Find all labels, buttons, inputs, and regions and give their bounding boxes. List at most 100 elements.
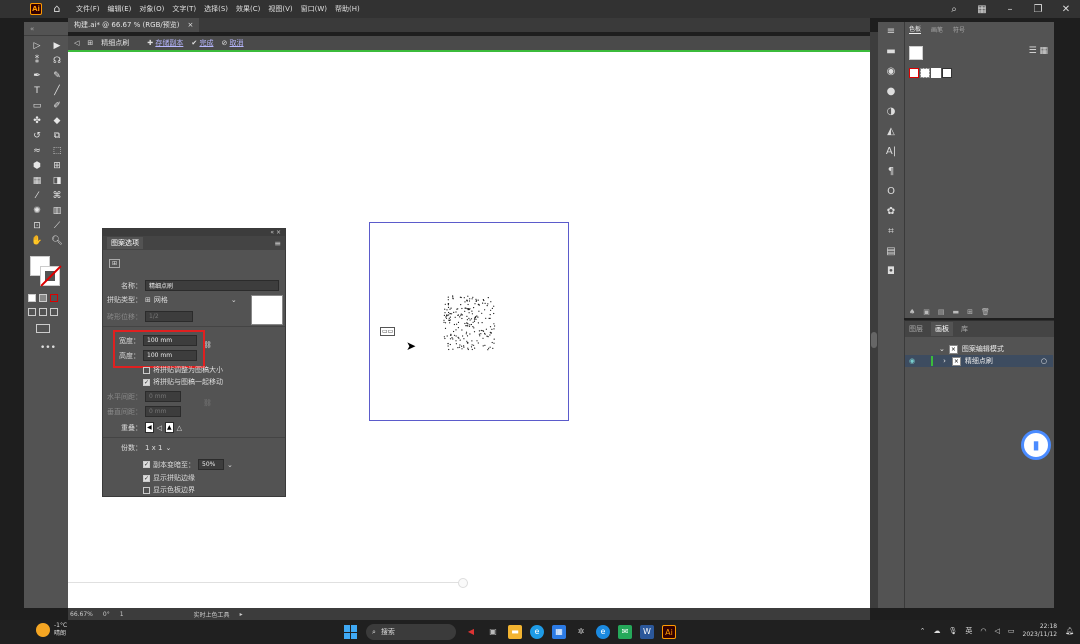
blend-tool-icon[interactable]: ⌘ xyxy=(48,190,66,203)
chevron-down-icon[interactable]: ⌄ xyxy=(227,461,233,469)
tab-artboards[interactable]: 画板 xyxy=(931,322,953,336)
close-button[interactable]: ✕ xyxy=(1052,0,1080,18)
rotation-field[interactable]: 0° xyxy=(103,611,110,618)
home-icon[interactable]: ⌂ xyxy=(50,2,64,16)
hand-tool-icon[interactable]: ✋ xyxy=(28,235,46,248)
lasso-tool-icon[interactable]: ☊ xyxy=(48,55,66,68)
pathfinder-icon[interactable]: ◘ xyxy=(878,262,904,282)
line-tool-icon[interactable]: ╱ xyxy=(48,85,66,98)
illustrator-taskbar-icon[interactable]: Ai xyxy=(662,625,676,639)
chevron-down-icon[interactable]: ⌄ xyxy=(939,345,945,353)
draw-inside-icon[interactable] xyxy=(50,308,58,316)
selection-tool-icon[interactable]: ▷ xyxy=(28,40,46,53)
tab-brushes[interactable]: 画笔 xyxy=(931,25,943,34)
campaign-icon[interactable]: ◀ xyxy=(464,625,478,639)
shaper-tool-icon[interactable]: ✤ xyxy=(28,115,46,128)
document-tab[interactable]: 构建.ai* @ 66.67 % (RGB/预览) × xyxy=(68,18,200,32)
screen-mode-icon[interactable] xyxy=(36,324,50,333)
overlap-left-icon[interactable]: ◀ xyxy=(145,422,154,433)
zoom-level[interactable]: 66.67% xyxy=(70,611,93,618)
status-arrow-icon[interactable]: ▸ xyxy=(240,611,243,618)
color-icon[interactable]: ● xyxy=(878,82,904,102)
symbol-sprayer-tool-icon[interactable]: ✺ xyxy=(28,205,46,218)
windows-start-icon[interactable] xyxy=(344,625,358,639)
swatch-library-icon[interactable]: ♠ xyxy=(909,308,915,316)
menu-effect[interactable]: 效果(C) xyxy=(236,4,260,14)
character-icon[interactable]: A| xyxy=(878,142,904,162)
word-icon[interactable]: W xyxy=(640,625,654,639)
rotate-tool-icon[interactable]: ↺ xyxy=(28,130,46,143)
browser-icon[interactable]: e xyxy=(596,625,610,639)
battery-icon[interactable]: ▭ xyxy=(1008,627,1015,635)
tab-pattern-options[interactable]: 图案选项 xyxy=(107,237,143,249)
dim-copies-field[interactable]: 50% xyxy=(198,459,224,470)
gradient-tool-icon[interactable]: ◨ xyxy=(48,175,66,188)
color-mode-icon[interactable] xyxy=(28,294,36,302)
layer-row[interactable]: ⌄ × 图案编辑模式 xyxy=(905,343,1053,355)
scroll-thumb[interactable] xyxy=(871,332,877,348)
done-button[interactable]: ✔ 完成 xyxy=(191,38,213,48)
menu-help[interactable]: 帮助(H) xyxy=(335,4,360,14)
fill-stroke-preview[interactable] xyxy=(909,46,923,60)
overlap-top-icon[interactable]: ▲ xyxy=(165,422,174,433)
pattern-tile-artboard[interactable]: ▭▭ ➤ xyxy=(369,222,569,421)
stroke-swatch[interactable] xyxy=(40,266,60,286)
menu-select[interactable]: 选择(S) xyxy=(204,4,228,14)
v-spacing-field[interactable]: 0 mm xyxy=(145,406,181,417)
cloud-icon[interactable]: ☁ xyxy=(934,627,941,635)
libraries-icon[interactable]: ◉ xyxy=(878,62,904,82)
taskbar-search[interactable]: ⌕ 搜索 xyxy=(366,624,456,640)
magic-wand-tool-icon[interactable]: ⁑ xyxy=(28,55,46,68)
direct-selection-tool-icon[interactable]: ▶ xyxy=(48,40,66,53)
new-swatch-icon[interactable]: ⊞ xyxy=(967,308,973,316)
shape-builder-tool-icon[interactable]: ⬢ xyxy=(28,160,46,173)
menu-file[interactable]: 文件(F) xyxy=(76,4,100,14)
notification-bell-icon[interactable]: 🔔︎ xyxy=(1065,627,1074,635)
mesh-tool-icon[interactable]: ▦ xyxy=(28,175,46,188)
menu-window[interactable]: 窗口(W) xyxy=(301,4,327,14)
task-view-icon[interactable]: ▣ xyxy=(486,625,500,639)
chevron-right-icon[interactable]: › xyxy=(943,357,946,365)
back-arrow-icon[interactable]: ◁ xyxy=(74,39,79,47)
swatch-none[interactable] xyxy=(909,68,919,78)
appearance-icon[interactable]: ◭ xyxy=(878,122,904,142)
dim-copies-checkbox[interactable]: ✓ xyxy=(143,461,150,468)
new-color-group-icon[interactable]: ▬ xyxy=(953,308,960,316)
gradient-mode-icon[interactable] xyxy=(39,294,47,302)
edit-toolbar-icon[interactable]: ••• xyxy=(40,343,68,353)
weather-widget[interactable]: -1°C 晴朗 xyxy=(36,622,67,638)
align-icon[interactable]: ▤ xyxy=(878,242,904,262)
app-icon[interactable]: ✲ xyxy=(574,625,588,639)
perspective-grid-tool-icon[interactable]: ⊞ xyxy=(48,160,66,173)
tab-swatches[interactable]: 色板 xyxy=(909,24,922,34)
store-icon[interactable]: ▦ xyxy=(552,625,566,639)
free-transform-tool-icon[interactable]: ⬚ xyxy=(48,145,66,158)
restore-button[interactable]: ❐ xyxy=(1024,0,1052,18)
volume-icon[interactable]: ◁ xyxy=(995,627,1000,635)
tab-layers[interactable]: 图层 xyxy=(909,324,923,334)
panel-menu-icon[interactable]: ≡ xyxy=(274,239,281,248)
target-icon[interactable]: ○ xyxy=(1041,357,1047,365)
show-swatch-bounds-checkbox[interactable] xyxy=(143,486,150,494)
workspace-switcher-icon[interactable]: ▦ xyxy=(968,0,996,18)
clock[interactable]: 22:18 2023/11/12 xyxy=(1023,623,1058,639)
chevron-down-icon[interactable]: ⌄ xyxy=(166,444,172,452)
minimize-button[interactable]: – xyxy=(996,0,1024,18)
wifi-icon[interactable]: ◠ xyxy=(980,627,986,635)
properties-icon[interactable]: ≡ xyxy=(878,22,904,42)
opentype-icon[interactable]: O xyxy=(878,182,904,202)
swatch-kind-icon[interactable]: ▣ xyxy=(923,308,930,316)
type-tool-icon[interactable]: T xyxy=(28,85,46,98)
swatch-options-icon[interactable]: ▤ xyxy=(938,308,945,316)
delete-swatch-icon[interactable]: 🗑︎ xyxy=(981,308,990,316)
comments-icon[interactable]: ▬ xyxy=(878,42,904,62)
warp-tool-icon[interactable]: ≈ xyxy=(28,145,46,158)
eyedropper-tool-icon[interactable]: ⁄ xyxy=(28,190,46,203)
name-field[interactable]: 精细点刷 xyxy=(145,280,279,291)
draw-normal-icon[interactable] xyxy=(28,308,36,316)
edge-browser-icon[interactable]: e xyxy=(530,625,544,639)
scale-tool-icon[interactable]: ⧉ xyxy=(48,130,66,143)
layer-row[interactable]: ◉ › × 精细点刷 ○ xyxy=(905,355,1053,367)
pattern-tile-tool-icon[interactable]: ⊞ xyxy=(109,259,121,268)
vertical-scrollbar[interactable] xyxy=(870,32,878,608)
